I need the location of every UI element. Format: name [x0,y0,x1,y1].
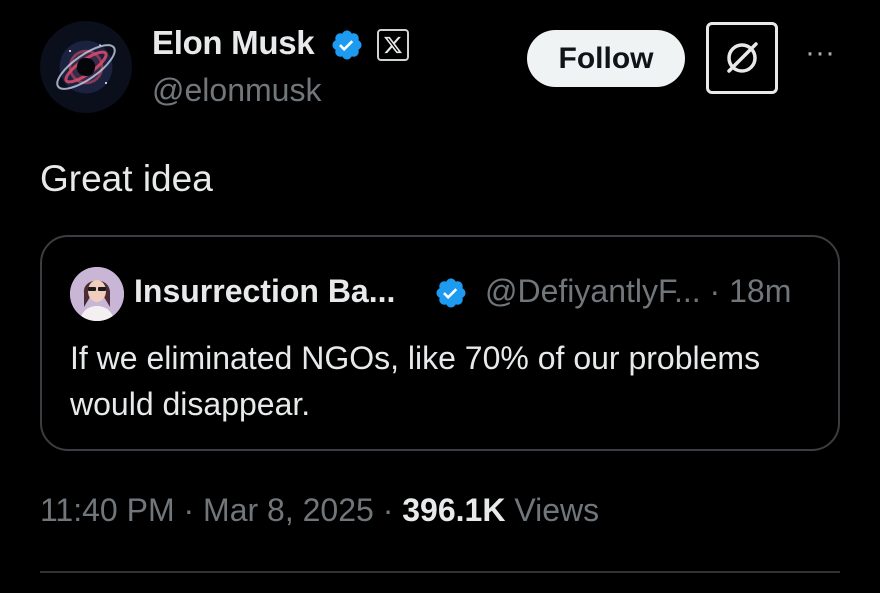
tweet-text: Great idea [40,158,213,199]
more-options-icon[interactable]: ··· [802,38,838,74]
quote-handle[interactable]: @DefiyantlyF... [485,273,701,309]
tweet-meta: 11:40 PM · Mar 8, 2025 · 396.1K Views [40,492,599,529]
quoted-tweet[interactable]: Insurrection Ba... @DefiyantlyF... · 18m… [40,235,840,451]
quote-meta: @DefiyantlyF... · 18m [485,273,791,310]
meta-separator: · [373,492,403,528]
quote-time[interactable]: 18m [729,273,791,309]
tweet-time[interactable]: 11:40 PM [40,492,175,528]
x-logo-icon[interactable] [377,29,409,61]
views-label: Views [505,492,600,528]
verified-badge-icon[interactable] [330,28,364,62]
author-name[interactable]: Elon Musk [152,24,315,62]
quote-author-name[interactable]: Insurrection Ba... [134,273,395,310]
galaxy-avatar-icon [56,44,116,90]
quote-separator: · [700,273,730,309]
x-logo-glyph [384,36,403,54]
author-avatar[interactable] [40,21,132,113]
divider [40,571,840,573]
grok-glyph [727,42,758,73]
quote-verified-badge-icon[interactable] [434,276,468,310]
quote-author-avatar[interactable] [70,267,124,321]
quote-text: If we eliminated NGOs, like 70% of our p… [70,340,761,422]
follow-button[interactable]: Follow [527,30,685,87]
views-count[interactable]: 396.1K [402,492,505,528]
author-handle[interactable]: @elonmusk [152,72,321,109]
quote-avatar-portrait [70,267,124,321]
tweet-date[interactable]: Mar 8, 2025 [203,492,374,528]
grok-icon[interactable] [706,22,778,94]
meta-separator: · [174,492,204,528]
